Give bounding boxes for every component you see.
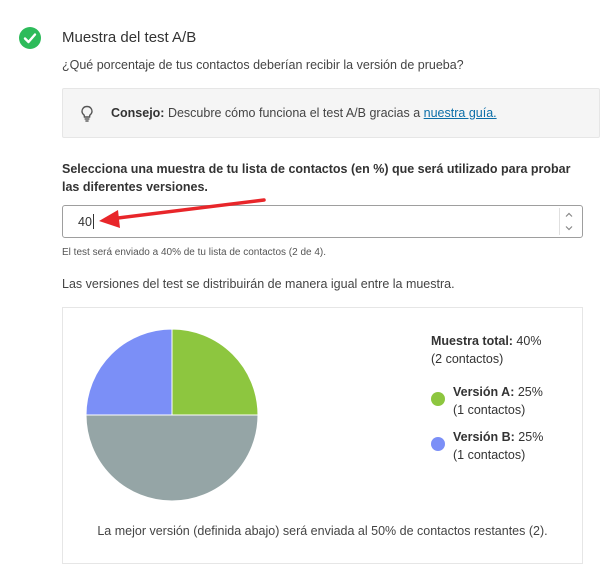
text-caret: [93, 214, 94, 229]
tip-box: Consejo: Descubre cómo funciona el test …: [62, 88, 600, 138]
number-spinner[interactable]: [559, 208, 578, 235]
legend-total-count: (2 contactos): [431, 352, 504, 366]
legend-version-a-value: 25%: [514, 385, 543, 399]
sample-hint: El test será enviado a 40% de tu lista d…: [62, 247, 327, 258]
sample-percentage-value[interactable]: 40: [78, 215, 92, 229]
lightbulb-icon: [81, 105, 93, 122]
distribution-note: Las versiones del test se distribuirán d…: [62, 277, 455, 291]
sample-label: Selecciona una muestra de tu lista de co…: [62, 162, 571, 194]
chevron-up-icon[interactable]: [564, 210, 574, 220]
footer-note: La mejor versión (definida abajo) será e…: [97, 524, 548, 538]
pie-slice-1: [171, 328, 259, 416]
tip-text: Consejo: Descubre cómo funciona el test …: [111, 106, 497, 120]
legend-version-a-label: Versión A:: [453, 385, 515, 399]
sample-percentage-input[interactable]: 40: [62, 205, 583, 238]
ab-test-sample-section: Muestra del test A/B ¿Qué porcentaje de …: [0, 0, 603, 575]
section-question: ¿Qué porcentaje de tus contactos debería…: [62, 58, 464, 72]
version-b-dot: [431, 437, 445, 451]
pie-slice-2: [85, 414, 259, 502]
tip-label: Consejo:: [111, 106, 165, 120]
legend-total: Muestra total: 40% (2 contactos): [431, 332, 541, 368]
check-circle-icon: [19, 27, 41, 49]
tip-body: Descubre cómo funciona el test A/B graci…: [164, 106, 424, 120]
legend-total-value: 40%: [512, 334, 542, 348]
guide-link[interactable]: nuestra guía.: [424, 106, 497, 120]
legend-total-label: Muestra total:: [431, 334, 513, 348]
legend-version-b-value: 25%: [514, 430, 544, 444]
version-a-dot: [431, 392, 445, 406]
sample-pie-chart: [85, 328, 259, 502]
legend-version-b-label: Versión B:: [453, 430, 515, 444]
chevron-down-icon[interactable]: [564, 223, 574, 233]
sample-chart-box: Muestra total: 40% (2 contactos) Versión…: [62, 307, 583, 564]
legend-version-a-count: (1 contactos): [453, 403, 526, 417]
legend-version-b-count: (1 contactos): [453, 448, 526, 462]
pie-slice-3: [85, 328, 173, 416]
section-title: Muestra del test A/B: [62, 29, 197, 46]
